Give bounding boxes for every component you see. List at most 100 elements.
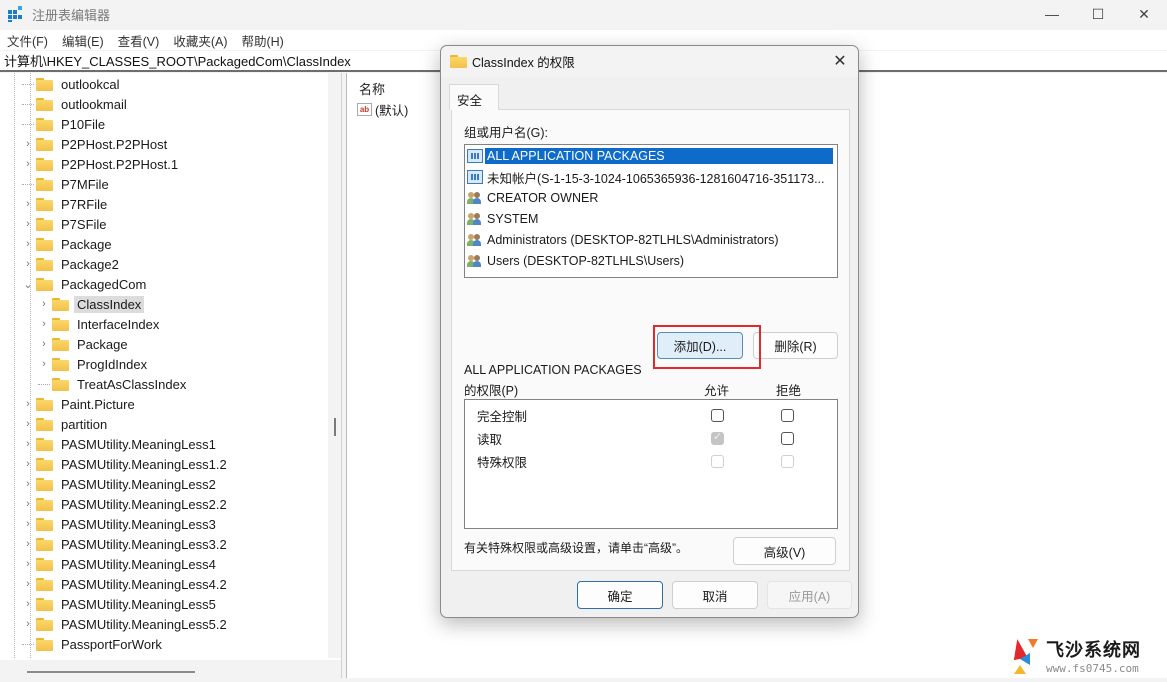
tree-item[interactable]: › PASMUtility.MeaningLess1.2 xyxy=(22,454,230,474)
ok-button[interactable]: 确定 xyxy=(577,581,663,609)
principal-name: Administrators (DESKTOP-82TLHLS\Administ… xyxy=(487,233,779,247)
tree-item-label: Package xyxy=(61,236,112,252)
principal-item[interactable]: 未知帐户(S-1-15-3-1024-1065365936-1281604716… xyxy=(467,167,827,187)
tree-item[interactable]: › PASMUtility.MeaningLess4 xyxy=(22,554,219,574)
principal-item[interactable]: SYSTEM xyxy=(467,209,540,229)
deny-checkbox[interactable] xyxy=(781,409,794,422)
tree-item[interactable]: › PASMUtility.MeaningLess3.2 xyxy=(22,534,230,554)
tree-item[interactable]: › P2PHost.P2PHost.1 xyxy=(22,154,181,174)
tab-security[interactable]: 安全 xyxy=(449,84,499,110)
tree-vertical-scrollbar[interactable] xyxy=(328,73,341,658)
principal-item[interactable]: Administrators (DESKTOP-82TLHLS\Administ… xyxy=(467,230,781,250)
principal-item[interactable]: ALL APPLICATION PACKAGES xyxy=(467,146,833,166)
chevron-right-icon[interactable]: › xyxy=(38,338,50,350)
tree-horizontal-scroll-thumb[interactable] xyxy=(27,671,195,673)
chevron-right-icon[interactable]: › xyxy=(22,138,34,150)
chevron-right-icon[interactable]: › xyxy=(38,358,50,370)
value-row-default[interactable]: ab (默认) xyxy=(357,100,408,119)
chevron-right-icon[interactable]: › xyxy=(22,518,34,530)
permission-name: 完全控制 xyxy=(477,409,528,424)
chevron-right-icon[interactable]: › xyxy=(22,478,34,490)
chevron-right-icon[interactable]: › xyxy=(22,398,34,410)
tree-connector xyxy=(22,184,34,185)
menu-edit[interactable]: 编辑(E) xyxy=(55,31,111,50)
principal-item[interactable]: CREATOR OWNER xyxy=(467,188,600,208)
menu-view[interactable]: 查看(V) xyxy=(111,31,167,50)
tree-item[interactable]: outlookmail xyxy=(22,94,130,114)
close-button[interactable]: ✕ xyxy=(1121,0,1167,28)
apply-button[interactable]: 应用(A) xyxy=(767,581,852,609)
deny-checkbox[interactable] xyxy=(781,432,794,445)
folder-icon xyxy=(36,257,53,271)
menu-file[interactable]: 文件(F) xyxy=(0,31,55,50)
tree-item-label: PackagedCom xyxy=(61,276,147,292)
tree-item[interactable]: › P7RFile xyxy=(22,194,110,214)
folder-icon xyxy=(36,277,53,291)
chevron-right-icon[interactable]: › xyxy=(22,538,34,550)
chevron-right-icon[interactable]: › xyxy=(38,298,50,310)
folder-icon xyxy=(36,437,53,451)
tree-item[interactable]: › Package2 xyxy=(22,254,122,274)
tree-item-label: partition xyxy=(61,416,108,432)
tree-item[interactable]: › PASMUtility.MeaningLess5.2 xyxy=(22,614,230,634)
remove-button[interactable]: 删除(R) xyxy=(753,332,838,359)
tree-item[interactable]: TreatAsClassIndex xyxy=(38,374,189,394)
tree-item[interactable]: › PASMUtility.MeaningLess2 xyxy=(22,474,219,494)
chevron-right-icon[interactable]: › xyxy=(22,158,34,170)
tree-item[interactable]: › partition xyxy=(22,414,110,434)
tree-item[interactable]: › Package xyxy=(38,334,131,354)
folder-icon xyxy=(36,577,53,591)
tree-item[interactable]: PassportForWork xyxy=(22,634,165,654)
tree-item[interactable]: › ProgIdIndex xyxy=(38,354,150,374)
principal-item[interactable]: Users (DESKTOP-82TLHLS\Users) xyxy=(467,251,686,271)
chevron-right-icon[interactable]: › xyxy=(22,498,34,510)
menu-favorites[interactable]: 收藏夹(A) xyxy=(166,31,234,50)
folder-icon xyxy=(52,317,69,331)
regedit-app-icon xyxy=(8,6,24,22)
tree-item[interactable]: › InterfaceIndex xyxy=(38,314,162,334)
tree-item[interactable]: ⌄ PackagedCom xyxy=(22,274,149,294)
minimize-button[interactable]: — xyxy=(1029,0,1075,28)
advanced-button[interactable]: 高级(V) xyxy=(733,537,836,565)
chevron-right-icon[interactable]: › xyxy=(22,558,34,570)
tree-item[interactable]: › P2PHost.P2PHost xyxy=(22,134,170,154)
chevron-right-icon[interactable]: › xyxy=(22,258,34,270)
close-icon: ✕ xyxy=(1138,5,1150,22)
chevron-right-icon[interactable]: › xyxy=(38,318,50,330)
tree-connector xyxy=(22,644,34,645)
tree-vertical-scroll-thumb[interactable] xyxy=(334,418,336,436)
tree-item[interactable]: › PASMUtility.MeaningLess3 xyxy=(22,514,219,534)
chevron-right-icon[interactable]: › xyxy=(22,218,34,230)
tree-item[interactable]: › PASMUtility.MeaningLess4.2 xyxy=(22,574,230,594)
tree-item[interactable]: P10File xyxy=(22,114,108,134)
chevron-down-icon[interactable]: ⌄ xyxy=(22,278,34,291)
tree-item[interactable]: › Paint.Picture xyxy=(22,394,138,414)
chevron-right-icon[interactable]: › xyxy=(22,598,34,610)
tree-horizontal-scrollbar[interactable] xyxy=(0,660,341,678)
column-header-name[interactable]: 名称 xyxy=(359,79,385,98)
chevron-right-icon[interactable]: › xyxy=(22,618,34,630)
maximize-button[interactable]: ☐ xyxy=(1075,0,1121,28)
menu-help[interactable]: 帮助(H) xyxy=(234,31,290,50)
chevron-right-icon[interactable]: › xyxy=(22,418,34,430)
permission-row: 读取 xyxy=(477,428,502,448)
tree-item[interactable]: › P7SFile xyxy=(22,214,110,234)
tree-item[interactable]: P7MFile xyxy=(22,174,112,194)
chevron-right-icon[interactable]: › xyxy=(22,438,34,450)
dialog-close-button[interactable]: ✕ xyxy=(828,50,852,72)
chevron-right-icon[interactable]: › xyxy=(22,458,34,470)
tree-item[interactable]: › Package xyxy=(22,234,115,254)
tree-item[interactable]: › ClassIndex xyxy=(38,294,145,314)
tree-item-label: PASMUtility.MeaningLess5 xyxy=(61,596,216,612)
tree-item[interactable]: outlookcal xyxy=(22,74,123,94)
chevron-right-icon[interactable]: › xyxy=(22,578,34,590)
chevron-right-icon[interactable]: › xyxy=(22,238,34,250)
chevron-right-icon[interactable]: › xyxy=(22,198,34,210)
tree-item[interactable]: › PASMUtility.MeaningLess5 xyxy=(22,594,219,614)
tree-item[interactable]: › PASMUtility.MeaningLess2.2 xyxy=(22,494,230,514)
tree-item[interactable]: › PASMUtility.MeaningLess1 xyxy=(22,434,219,454)
close-icon: ✕ xyxy=(833,53,847,70)
cancel-button[interactable]: 取消 xyxy=(672,581,758,609)
allow-checkbox[interactable] xyxy=(711,409,724,422)
principals-list[interactable]: ALL APPLICATION PACKAGES 未知帐户(S-1-15-3-10… xyxy=(464,144,838,278)
